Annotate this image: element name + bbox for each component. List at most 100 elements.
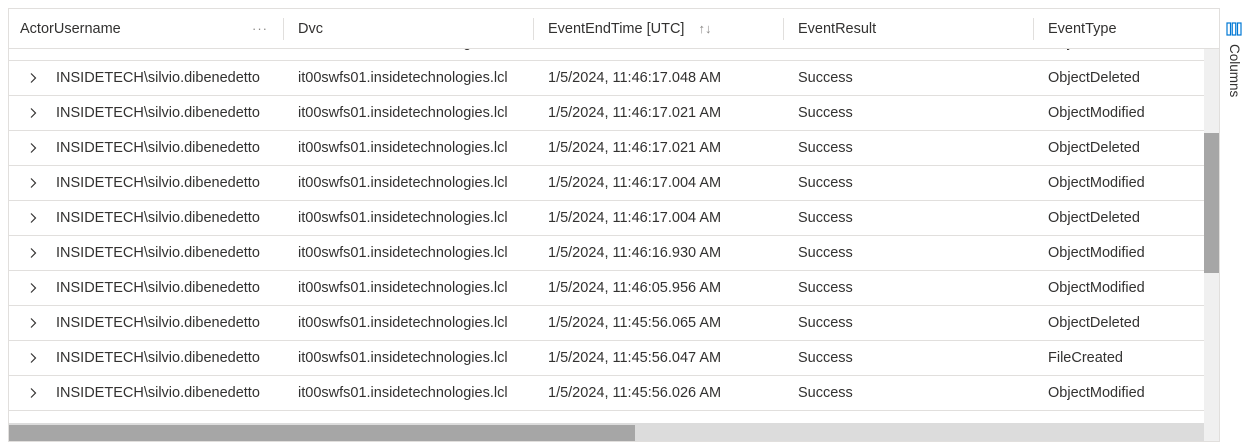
cell-time: 1/5/2024, 11:46:05.956 AM: [548, 280, 722, 296]
column-divider[interactable]: [783, 18, 784, 40]
cell-actor: INSIDETECH\silvio.dibenedetto: [56, 105, 260, 121]
columns-side-panel-tab[interactable]: Columns: [1219, 8, 1256, 442]
cell-result: Success: [798, 105, 853, 121]
column-header-event-end-time[interactable]: EventEndTime [UTC] ↑↓: [548, 9, 783, 49]
cell-actor: INSIDETECH\silvio.dibenedetto: [56, 70, 260, 86]
cell-result: Success: [798, 315, 853, 331]
horizontal-scrollbar-thumb[interactable]: [9, 425, 635, 441]
cell-dvc: it00swfs01.insidetechnologies.lcl: [298, 105, 508, 121]
grid-body[interactable]: INSIDETECH\silvio.dibenedetto it00swfs01.…: [9, 49, 1205, 423]
horizontal-scrollbar[interactable]: [9, 423, 1205, 441]
chevron-right-icon[interactable]: [27, 107, 39, 119]
scrollbar-corner: [1204, 423, 1219, 441]
cell-actor: INSIDETECH\silvio.dibenedetto: [56, 49, 260, 61]
chevron-right-icon[interactable]: [27, 72, 39, 84]
chevron-right-icon[interactable]: [27, 317, 39, 329]
column-header-dvc[interactable]: Dvc: [298, 9, 533, 49]
cell-time: 1/5/2024, 11:46:17.021 AM: [548, 105, 722, 121]
grid-header: ActorUsername ··· Dvc EventEndTime [UTC]…: [9, 9, 1219, 49]
chevron-right-icon[interactable]: [27, 212, 39, 224]
cell-actor: INSIDETECH\silvio.dibenedetto: [56, 175, 260, 191]
cell-result: Success: [798, 140, 853, 156]
cell-actor: INSIDETECH\silvio.dibenedetto: [56, 315, 260, 331]
column-header-label: EventResult: [798, 21, 877, 37]
chevron-right-icon[interactable]: [27, 247, 39, 259]
chevron-right-icon[interactable]: [27, 142, 39, 154]
cell-result: Success: [798, 280, 853, 296]
cell-result: Success: [798, 49, 853, 61]
cell-time: 1/5/2024, 11:45:56.047 AM: [548, 350, 722, 366]
cell-type: ObjectDeleted: [1048, 70, 1140, 86]
chevron-right-icon[interactable]: [27, 352, 39, 364]
cell-time: 1/5/2024, 11:46:17.021 AM: [548, 140, 722, 156]
cell-type: ObjectDeleted: [1048, 140, 1140, 156]
cell-dvc: it00swfs01.insidetechnologies.lcl: [298, 70, 508, 86]
cell-type: FileCreated: [1048, 350, 1123, 366]
cell-actor: INSIDETECH\silvio.dibenedetto: [56, 245, 260, 261]
cell-actor: INSIDETECH\silvio.dibenedetto: [56, 210, 260, 226]
cell-type: ObjectDeleted: [1048, 49, 1140, 61]
results-grid: ActorUsername ··· Dvc EventEndTime [UTC]…: [8, 8, 1219, 442]
cell-dvc: it00swfs01.insidetechnologies.lcl: [298, 385, 508, 401]
cell-result: Success: [798, 385, 853, 401]
cell-actor: INSIDETECH\silvio.dibenedetto: [56, 280, 260, 296]
vertical-scrollbar-thumb[interactable]: [1204, 133, 1219, 273]
column-divider[interactable]: [1033, 18, 1034, 40]
cell-dvc: it00swfs01.insidetechnologies.lcl: [298, 49, 508, 61]
cell-time: 1/5/2024, 11:46:17.146 AM: [548, 49, 721, 61]
table-row[interactable]: INSIDETECH\silvio.dibenedetto it00swfs01.…: [9, 96, 1205, 131]
table-row[interactable]: INSIDETECH\silvio.dibenedetto it00swfs01.…: [9, 271, 1205, 306]
cell-time: 1/5/2024, 11:45:56.026 AM: [548, 385, 722, 401]
cell-type: ObjectModified: [1048, 280, 1145, 296]
cell-dvc: it00swfs01.insidetechnologies.lcl: [298, 210, 508, 226]
cell-type: ObjectModified: [1048, 175, 1145, 191]
cell-type: ObjectModified: [1048, 385, 1145, 401]
chevron-right-icon[interactable]: [27, 387, 39, 399]
cell-dvc: it00swfs01.insidetechnologies.lcl: [298, 245, 508, 261]
cell-result: Success: [798, 210, 853, 226]
column-header-event-type[interactable]: EventType: [1048, 9, 1208, 49]
column-header-label: Dvc: [298, 21, 323, 37]
cell-dvc: it00swfs01.insidetechnologies.lcl: [298, 175, 508, 191]
table-row[interactable]: INSIDETECH\silvio.dibenedetto it00swfs01.…: [9, 166, 1205, 201]
cell-dvc: it00swfs01.insidetechnologies.lcl: [298, 140, 508, 156]
cell-dvc: it00swfs01.insidetechnologies.lcl: [298, 315, 508, 331]
cell-dvc: it00swfs01.insidetechnologies.lcl: [298, 280, 508, 296]
cell-actor: INSIDETECH\silvio.dibenedetto: [56, 385, 260, 401]
table-row[interactable]: INSIDETECH\silvio.dibenedetto it00swfs01.…: [9, 61, 1205, 96]
column-header-label: EventEndTime [UTC]: [548, 21, 685, 37]
cell-result: Success: [798, 70, 853, 86]
table-row[interactable]: INSIDETECH\silvio.dibenedetto it00swfs01.…: [9, 131, 1205, 166]
cell-type: ObjectDeleted: [1048, 210, 1140, 226]
cell-time: 1/5/2024, 11:45:56.065 AM: [548, 315, 722, 331]
column-header-label: ActorUsername: [20, 21, 121, 37]
column-header-label: EventType: [1048, 21, 1117, 37]
columns-panel-label: Columns: [1227, 44, 1242, 98]
column-divider[interactable]: [283, 18, 284, 40]
cell-type: ObjectModified: [1048, 105, 1145, 121]
cell-time: 1/5/2024, 11:46:17.004 AM: [548, 210, 722, 226]
cell-time: 1/5/2024, 11:46:17.048 AM: [548, 70, 722, 86]
table-row[interactable]: INSIDETECH\silvio.dibenedetto it00swfs01.…: [9, 49, 1205, 61]
table-row[interactable]: INSIDETECH\silvio.dibenedetto it00swfs01.…: [9, 341, 1205, 376]
vertical-scrollbar[interactable]: [1204, 49, 1219, 423]
column-divider[interactable]: [533, 18, 534, 40]
cell-type: ObjectDeleted: [1048, 315, 1140, 331]
cell-result: Success: [798, 245, 853, 261]
columns-icon: [1226, 22, 1242, 36]
table-row[interactable]: INSIDETECH\silvio.dibenedetto it00swfs01.…: [9, 306, 1205, 341]
cell-actor: INSIDETECH\silvio.dibenedetto: [56, 140, 260, 156]
chevron-right-icon[interactable]: [27, 177, 39, 189]
cell-actor: INSIDETECH\silvio.dibenedetto: [56, 350, 260, 366]
table-row[interactable]: INSIDETECH\silvio.dibenedetto it00swfs01.…: [9, 201, 1205, 236]
sort-icon[interactable]: ↑↓: [698, 9, 711, 49]
table-row[interactable]: INSIDETECH\silvio.dibenedetto it00swfs01.…: [9, 376, 1205, 411]
cell-result: Success: [798, 175, 853, 191]
chevron-right-icon[interactable]: [27, 282, 39, 294]
column-header-actor-username[interactable]: ActorUsername ···: [20, 9, 282, 49]
cell-dvc: it00swfs01.insidetechnologies.lcl: [298, 350, 508, 366]
cell-result: Success: [798, 350, 853, 366]
table-row[interactable]: INSIDETECH\silvio.dibenedetto it00swfs01.…: [9, 236, 1205, 271]
column-header-event-result[interactable]: EventResult: [798, 9, 1033, 49]
column-menu-more-icon[interactable]: ···: [252, 9, 268, 49]
